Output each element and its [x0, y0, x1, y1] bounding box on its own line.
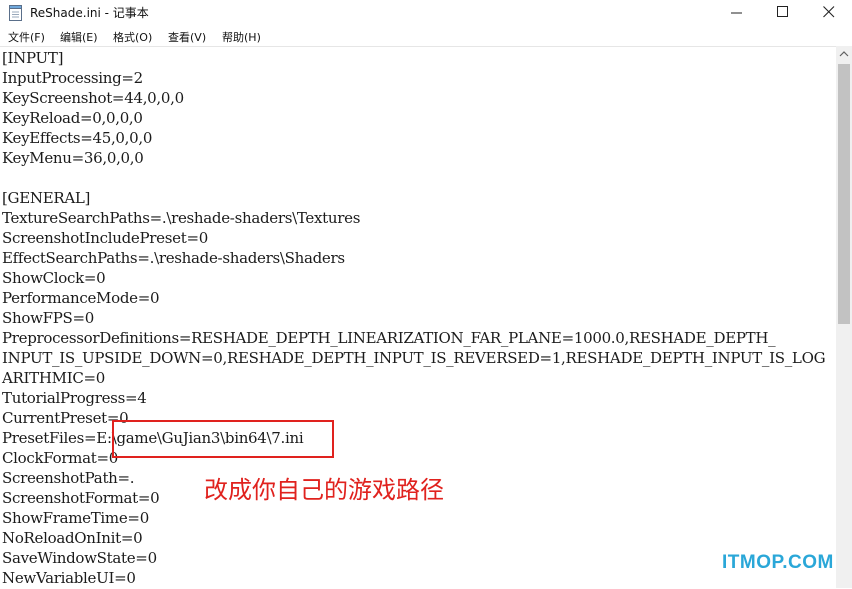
- text-line: SaveWindowState=0: [2, 549, 157, 567]
- text-line: [INPUT]: [2, 49, 64, 67]
- text-line: KeyEffects=45,0,0,0: [2, 129, 153, 147]
- path-highlight-box: [112, 420, 334, 458]
- text-line: ShowFrameTime=0: [2, 509, 149, 527]
- text-line: ScreenshotFormat=0: [2, 489, 160, 507]
- text-line: NoReloadOnInit=0: [2, 529, 143, 547]
- close-icon: [823, 6, 835, 18]
- scroll-up-button[interactable]: [836, 46, 852, 62]
- notepad-icon: [9, 5, 22, 21]
- text-line: INPUT_IS_UPSIDE_DOWN=0,RESHADE_DEPTH_INP…: [2, 349, 826, 367]
- minimize-icon: [731, 12, 742, 14]
- text-line: NewVariableUI=0: [2, 569, 136, 587]
- text-line: ShowFPS=0: [2, 309, 94, 327]
- menu-view[interactable]: 查看(V): [168, 29, 206, 45]
- chevron-up-icon: [839, 51, 849, 57]
- text-line: PreprocessorDefinitions=RESHADE_DEPTH_LI…: [2, 329, 776, 347]
- scrollbar-thumb[interactable]: [838, 64, 850, 324]
- menu-help[interactable]: 帮助(H): [222, 29, 261, 45]
- minimize-button[interactable]: [714, 0, 760, 26]
- text-line: ClockFormat=0: [2, 449, 118, 467]
- text-line: PerformanceMode=0: [2, 289, 160, 307]
- maximize-button[interactable]: [760, 0, 806, 26]
- close-button[interactable]: [806, 0, 852, 26]
- text-line: ARITHMIC=0: [2, 369, 106, 387]
- maximize-icon: [777, 6, 788, 17]
- text-line: ShowClock=0: [2, 269, 106, 287]
- menu-edit[interactable]: 编辑(E): [60, 29, 98, 45]
- title-bar: ReShade.ini - 记事本: [0, 0, 852, 26]
- text-line: EffectSearchPaths=.\reshade-shaders\Shad…: [2, 249, 345, 267]
- menu-bar: 文件(F) 编辑(E) 格式(O) 查看(V) 帮助(H): [0, 26, 852, 46]
- text-line: InputProcessing=2: [2, 69, 143, 87]
- menu-format[interactable]: 格式(O): [113, 29, 152, 45]
- text-line: ScreenshotPath=.: [2, 469, 135, 487]
- text-line: KeyReload=0,0,0,0: [2, 109, 143, 127]
- window-title: ReShade.ini - 记事本: [30, 6, 149, 20]
- watermark-logo: ITMOP.COM: [722, 552, 834, 573]
- text-editor-area[interactable]: [INPUT] InputProcessing=2 KeyScreenshot=44…: [0, 46, 836, 589]
- text-line: TutorialProgress=4: [2, 389, 147, 407]
- text-line: [GENERAL]: [2, 189, 91, 207]
- text-line: TextureSearchPaths=.\reshade-shaders\Tex…: [2, 209, 361, 227]
- menu-file[interactable]: 文件(F): [8, 29, 45, 45]
- text-line: ScreenshotIncludePreset=0: [2, 229, 208, 247]
- text-line: CurrentPreset=0: [2, 409, 129, 427]
- text-line: KeyMenu=36,0,0,0: [2, 149, 144, 167]
- text-line: KeyScreenshot=44,0,0,0: [2, 89, 184, 107]
- annotation-text: 改成你自己的游戏路径: [204, 476, 444, 504]
